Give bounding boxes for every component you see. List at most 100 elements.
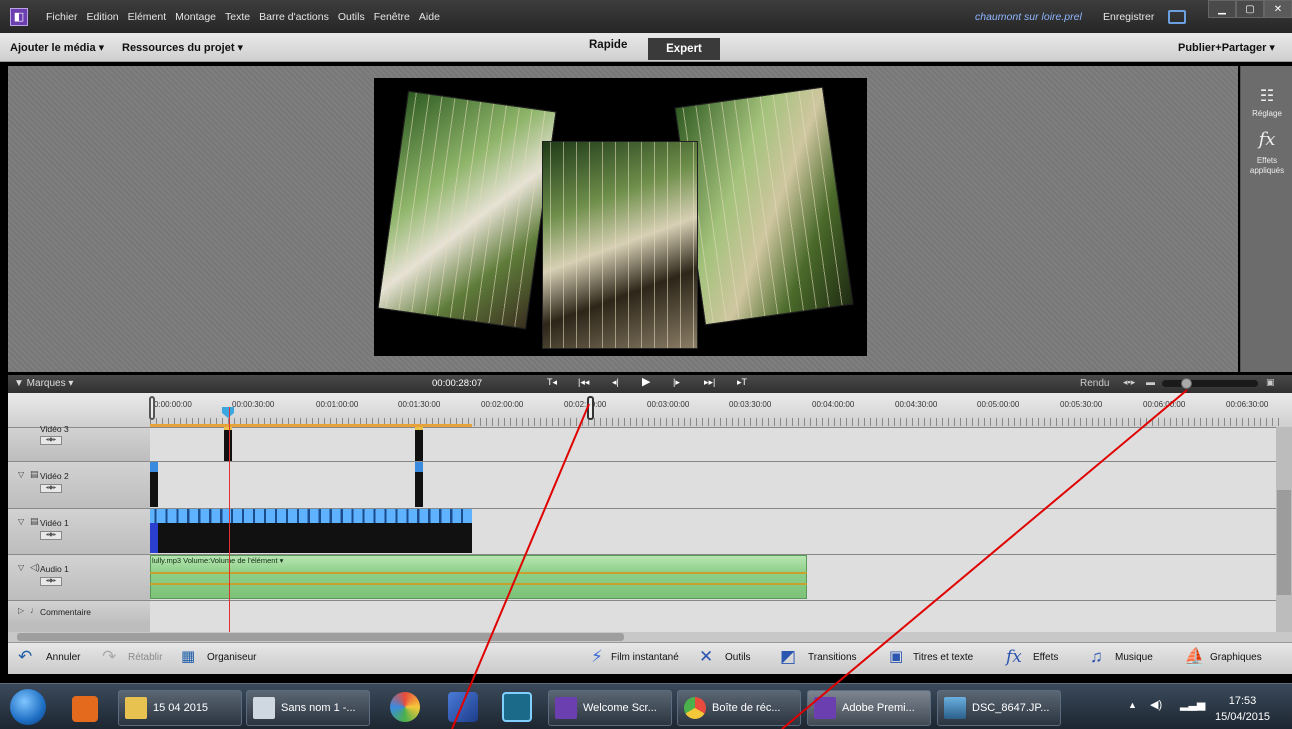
video3-clip[interactable] [224, 427, 232, 461]
track-header-video2[interactable]: ▽ ▤ Vidéo 2 ◂◆▸ [8, 461, 150, 508]
menu-aide[interactable]: Aide [419, 11, 440, 23]
mode-quick-tab[interactable]: Rapide [589, 39, 627, 51]
music-icon[interactable]: ♫ [1090, 647, 1103, 667]
applied-effects-label[interactable]: Effets appliqués [1241, 156, 1292, 176]
track-video2[interactable] [150, 461, 1276, 508]
track-video3[interactable] [150, 427, 1276, 461]
start-marker-handle[interactable] [149, 396, 155, 420]
menu-fenetre[interactable]: Fenêtre [374, 11, 410, 23]
collapse-icon[interactable]: ▽ [18, 470, 24, 479]
photo-app-icon[interactable] [502, 692, 532, 722]
music-button[interactable]: Musique [1115, 652, 1153, 663]
video3-clip[interactable] [415, 427, 423, 461]
taskbar-chrome[interactable]: Boîte de réc... [677, 690, 801, 726]
collapse-icon[interactable]: ▽ [18, 563, 24, 572]
zoom-slider-handle[interactable] [1181, 378, 1192, 389]
track-header-video1[interactable]: ▽ ▤ Vidéo 1 ◂◆▸ [8, 508, 150, 554]
project-assets-button[interactable]: Ressources du projet ▾ [122, 41, 243, 54]
publish-share-button[interactable]: Publier+Partager ▾ [1178, 41, 1275, 54]
tools-icon[interactable]: ✕ [699, 647, 713, 667]
undo-icon[interactable]: ↶ [18, 647, 32, 667]
network-icon[interactable]: ▂▃▅ [1180, 698, 1205, 711]
taskbar-photo[interactable]: DSC_8647.JP... [937, 690, 1061, 726]
zoom-slider[interactable] [1162, 380, 1258, 387]
menu-fichier[interactable]: Fichier [46, 11, 78, 23]
track-header-comment[interactable]: ▷ ♩ Commentaire [8, 600, 150, 624]
transitions-icon[interactable]: ◩ [780, 647, 796, 667]
tray-expand-icon[interactable]: ▲ [1128, 700, 1137, 710]
next-edit-icon[interactable]: ▸▸| [704, 377, 715, 388]
step-back-icon[interactable]: ◂| [612, 377, 619, 388]
save-button[interactable]: Enregistrer [1103, 11, 1154, 23]
horizontal-scroll-thumb[interactable] [17, 633, 624, 641]
go-to-end-icon[interactable]: ▸T [737, 377, 747, 388]
vertical-scroll-thumb[interactable] [1277, 490, 1291, 595]
menu-element[interactable]: Elément [128, 11, 167, 23]
organizer-button[interactable]: Organiseur [207, 652, 256, 663]
keyframe-nav-icon[interactable]: ◂◆▸ [40, 436, 62, 445]
system-clock[interactable]: 17:53 15/04/2015 [1215, 693, 1270, 725]
keyframe-nav-icon[interactable]: ◂◆▸ [40, 577, 62, 586]
end-marker-handle[interactable] [587, 396, 594, 420]
track-header-video3[interactable]: Vidéo 3 ◂◆▸ [8, 424, 150, 461]
maximize-icon[interactable]: ▢ [1236, 0, 1264, 18]
graphics-icon[interactable]: ⛵ [1184, 647, 1205, 667]
zoom-fit-icon[interactable]: ◂▪▸ [1123, 377, 1135, 388]
titles-button[interactable]: Titres et texte [913, 652, 973, 663]
track-comment[interactable] [150, 600, 1276, 632]
menu-texte[interactable]: Texte [225, 11, 250, 23]
preview-canvas[interactable] [374, 78, 867, 356]
transitions-button[interactable]: Transitions [808, 652, 857, 663]
taskbar-folder[interactable]: 15 04 2015 [118, 690, 242, 726]
titles-icon[interactable]: ▣ [889, 647, 903, 665]
audio-volume-line[interactable] [150, 583, 807, 585]
video2-clip[interactable] [415, 462, 423, 507]
redo-button[interactable]: Rétablir [128, 652, 162, 663]
volume-icon[interactable]: ◀) [1150, 698, 1162, 711]
play-icon[interactable]: ▶ [642, 375, 650, 388]
step-forward-icon[interactable]: |▸ [673, 377, 680, 388]
redo-icon[interactable]: ↷ [102, 647, 116, 667]
graphics-button[interactable]: Graphiques [1210, 652, 1262, 663]
tools-button[interactable]: Outils [725, 652, 751, 663]
effects-button[interactable]: Effets [1033, 652, 1058, 663]
book-app-icon[interactable] [448, 692, 478, 722]
menu-outils[interactable]: Outils [338, 11, 365, 23]
zoom-in-icon[interactable]: ▣ [1266, 377, 1275, 388]
menu-edition[interactable]: Edition [87, 11, 119, 23]
menu-barre-actions[interactable]: Barre d'actions [259, 11, 329, 23]
keyframe-nav-icon[interactable]: ◂◆▸ [40, 531, 62, 540]
instant-movie-icon[interactable]: ⚡ [591, 647, 603, 667]
taskbar-premiere[interactable]: Adobe Premi... [807, 690, 931, 726]
video1-clip-strip[interactable] [150, 509, 472, 553]
fullscreen-icon[interactable] [1168, 10, 1186, 24]
audio-volume-line[interactable] [150, 572, 807, 574]
minimize-icon[interactable]: ▁ [1208, 0, 1236, 18]
video2-clip[interactable] [150, 462, 158, 507]
start-button[interactable] [10, 689, 46, 725]
mode-expert-tab[interactable]: Expert [648, 38, 720, 60]
taskbar-welcome[interactable]: Welcome Scr... [548, 690, 672, 726]
zoom-out-icon[interactable]: ▬ [1146, 377, 1155, 387]
expand-icon[interactable]: ▷ [18, 606, 24, 615]
markers-menu[interactable]: ▼ Marques ▾ [14, 378, 73, 389]
menu-montage[interactable]: Montage [175, 11, 216, 23]
render-label[interactable]: Rendu [1080, 378, 1109, 389]
collapse-icon[interactable]: ▽ [18, 517, 24, 526]
track-header-audio1[interactable]: ▽ ◁) Audio 1 ◂◆▸ [8, 554, 150, 600]
adjust-icon[interactable]: ☷ [1241, 86, 1292, 106]
adjust-label[interactable]: Réglage [1241, 109, 1292, 118]
undo-button[interactable]: Annuler [46, 652, 80, 663]
keyframe-nav-icon[interactable]: ◂◆▸ [40, 484, 62, 493]
organizer-icon[interactable]: ▦ [181, 647, 195, 665]
go-to-start-icon[interactable]: T◂ [547, 377, 557, 388]
previous-edit-icon[interactable]: |◂◂ [578, 377, 589, 388]
fx-icon[interactable]: fx [1241, 129, 1292, 150]
picasa-icon[interactable] [390, 692, 420, 722]
add-media-button[interactable]: Ajouter le média ▾ [10, 41, 104, 54]
effects-icon[interactable]: fx [1006, 647, 1022, 667]
taskbar-sans-nom[interactable]: Sans nom 1 -... [246, 690, 370, 726]
instant-movie-button[interactable]: Film instantané [611, 652, 679, 663]
close-icon[interactable]: ✕ [1264, 0, 1292, 18]
media-player-icon[interactable] [72, 696, 98, 722]
